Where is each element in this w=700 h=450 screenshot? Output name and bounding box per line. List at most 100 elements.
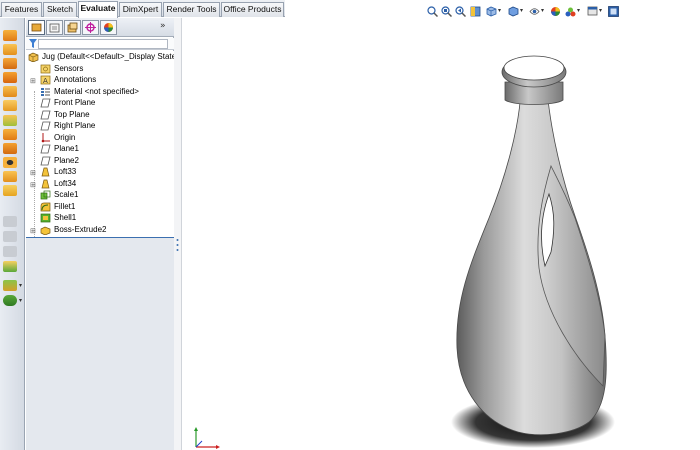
- disabled-tool-3-icon[interactable]: [3, 246, 17, 257]
- configuration-manager-icon[interactable]: [64, 20, 81, 35]
- tree-item-right-plane[interactable]: Right Plane: [26, 120, 174, 132]
- tab-evaluate[interactable]: Evaluate: [78, 1, 118, 18]
- tab-sketch[interactable]: Sketch: [43, 2, 77, 17]
- section-view-icon[interactable]: [470, 6, 481, 17]
- panel-splitter[interactable]: [174, 18, 182, 450]
- zoom-to-area-icon[interactable]: [441, 6, 452, 17]
- property-manager-icon[interactable]: [46, 20, 63, 35]
- view-settings-dropdown-icon[interactable]: ▾: [599, 7, 602, 14]
- loft-icon: [41, 179, 50, 188]
- tree-item-top-plane[interactable]: Top Plane: [26, 109, 174, 121]
- expand-panel-icon[interactable]: »: [160, 21, 166, 31]
- sustainability-icon[interactable]: [3, 280, 17, 291]
- tree-filter-bar: [26, 38, 174, 50]
- tree-item-label: Material <not specified>: [54, 86, 139, 96]
- splitter-grip-icon[interactable]: [175, 237, 180, 253]
- view-orientation-dropdown-icon[interactable]: ▾: [498, 7, 501, 14]
- tree-item-plane2[interactable]: Plane2: [26, 155, 174, 167]
- tree-item-material[interactable]: Material <not specified>: [26, 86, 174, 98]
- tree-item-shell1[interactable]: Shell1: [26, 212, 174, 224]
- loft-icon: [41, 167, 50, 177]
- expand-icon[interactable]: ⊞: [30, 226, 36, 238]
- edit-appearance-icon[interactable]: [550, 6, 561, 17]
- sensor-tool-icon[interactable]: [3, 72, 17, 83]
- simulation-xpress-icon[interactable]: [3, 261, 17, 272]
- zoom-to-fit-icon[interactable]: [427, 6, 438, 17]
- tab-dimxpert[interactable]: DimXpert: [119, 2, 162, 17]
- plane-icon: [40, 110, 51, 119]
- undercut-detection-icon[interactable]: [3, 185, 17, 196]
- viewport-icon[interactable]: [608, 6, 619, 17]
- tree-item-label: Fillet1: [54, 201, 76, 211]
- draft-analysis-icon[interactable]: [3, 171, 17, 182]
- plane-icon: [40, 156, 51, 165]
- display-manager-icon[interactable]: [100, 20, 117, 35]
- plane-icon: [40, 144, 51, 154]
- tree-item-label: Scale1: [54, 190, 79, 199]
- measure-icon[interactable]: [3, 30, 17, 41]
- view-orientation-icon[interactable]: [486, 6, 497, 17]
- tree-item-label: Plane2: [54, 155, 79, 165]
- filter-icon[interactable]: [29, 39, 37, 49]
- feature-manager-icon[interactable]: [28, 20, 45, 35]
- heads-up-view-toolbar: ▾ ▾ ▾ ▾ ▾: [424, 3, 636, 21]
- tree-item-front-plane[interactable]: Front Plane: [26, 97, 174, 109]
- tree-item-label: Front Plane: [54, 98, 96, 107]
- tree-item-origin[interactable]: Origin: [26, 132, 174, 144]
- tree-item-label: Loft33: [54, 167, 77, 176]
- display-style-icon[interactable]: [508, 6, 519, 17]
- tree-item-label: Right Plane: [54, 121, 96, 130]
- deviation-analysis-icon[interactable]: [3, 129, 17, 140]
- reference-triad: [194, 427, 220, 449]
- tree-item-scale1[interactable]: Scale1: [26, 189, 174, 201]
- annotation-icon: A: [40, 75, 51, 85]
- tree-item-sensors[interactable]: Sensors: [26, 63, 174, 75]
- disabled-tool-2-icon[interactable]: [3, 231, 17, 242]
- tab-office-products[interactable]: Office Products: [221, 2, 284, 17]
- curvature-icon[interactable]: [3, 157, 17, 168]
- hide-show-dropdown-icon[interactable]: ▾: [541, 7, 544, 14]
- filter-input[interactable]: [38, 39, 168, 49]
- section-properties-icon[interactable]: [3, 58, 17, 69]
- previous-view-icon[interactable]: [455, 6, 466, 17]
- sustainability-dropdown-icon[interactable]: ▾: [19, 282, 22, 289]
- tree-item-label: Shell1: [54, 213, 77, 222]
- sensor-icon: [40, 64, 51, 73]
- scale-icon: [40, 190, 51, 200]
- tab-render-tools[interactable]: Render Tools: [163, 2, 220, 17]
- tree-item-fillet1[interactable]: Fillet1: [26, 201, 174, 213]
- apply-scene-icon[interactable]: [565, 6, 576, 17]
- part-icon: [28, 52, 39, 62]
- view-settings-icon[interactable]: [587, 6, 598, 17]
- costing-dropdown-icon[interactable]: ▾: [19, 297, 22, 304]
- apply-scene-dropdown-icon[interactable]: ▾: [577, 7, 580, 14]
- command-manager-tabs: Features Sketch Evaluate DimXpert Render…: [0, 0, 285, 18]
- tree-item-label: Sensors: [54, 63, 84, 73]
- tree-item-plane1[interactable]: Plane1: [26, 143, 174, 155]
- graphics-area[interactable]: [183, 18, 700, 450]
- jug-model[interactable]: [183, 18, 700, 450]
- left-command-toolbar: ▾ ▾: [0, 18, 25, 450]
- hide-show-items-icon[interactable]: [529, 6, 540, 17]
- tree-item-jug[interactable]: Jug (Default<<Default>_Display State: [26, 51, 176, 63]
- shell-icon: [40, 213, 51, 223]
- dimxpert-manager-icon[interactable]: [82, 20, 99, 35]
- origin-icon: [41, 132, 50, 142]
- tree-item-loft33[interactable]: ⊞ Loft33: [26, 166, 174, 178]
- svg-text:A: A: [43, 77, 48, 85]
- tab-features[interactable]: Features: [1, 2, 42, 17]
- tree-item-label: Loft34: [54, 178, 77, 188]
- solidworks-window: Features Sketch Evaluate DimXpert Render…: [0, 0, 700, 450]
- display-style-dropdown-icon[interactable]: ▾: [520, 7, 523, 14]
- import-diagnostics-icon[interactable]: [3, 115, 17, 126]
- tree-item-loft34[interactable]: ⊞ Loft34: [26, 178, 174, 190]
- tree-item-annotations[interactable]: ⊞ A Annotations: [26, 74, 174, 86]
- geometry-analysis-icon[interactable]: [3, 100, 17, 111]
- disabled-tool-1-icon[interactable]: [3, 216, 17, 227]
- zebra-stripes-icon[interactable]: [3, 143, 17, 154]
- costing-icon[interactable]: [3, 295, 17, 306]
- tree-item-boss-extrude2[interactable]: ⊞ Boss-Extrude2: [26, 224, 174, 236]
- mass-properties-icon[interactable]: [3, 44, 17, 55]
- check-icon[interactable]: [3, 86, 17, 97]
- feature-manager-header: »: [26, 18, 174, 37]
